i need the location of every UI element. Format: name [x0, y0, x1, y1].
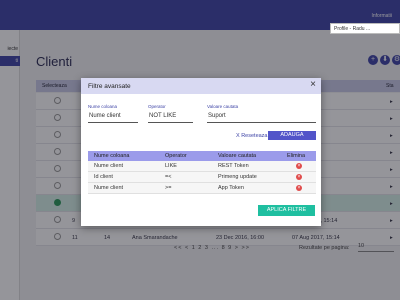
- filter-operator: =<: [165, 174, 172, 180]
- filter-operator: LIKE: [165, 163, 177, 169]
- field-label-operator: Operator: [148, 104, 166, 109]
- filter-value: REST Token: [218, 163, 249, 169]
- operator-field[interactable]: NOT LIKE: [148, 113, 193, 123]
- filter-value: Primeng update: [218, 174, 257, 180]
- filters-table: Nume coloana Operator Valoare cautata El…: [88, 151, 316, 194]
- filter-column: Id client: [94, 174, 113, 180]
- dialog-title: Filtre avansate: [88, 83, 131, 90]
- profile-popover[interactable]: Profile - Radu ...: [330, 23, 400, 34]
- field-label-column: Nume coloana: [88, 104, 118, 109]
- filter-column: Nume client: [94, 163, 124, 169]
- fh-operator: Operator: [165, 153, 187, 159]
- search-value-field[interactable]: Suport: [207, 113, 316, 123]
- fh-column: Nume coloana: [94, 153, 130, 159]
- filter-row: Nume client LIKE REST Token ×: [88, 161, 316, 172]
- fh-value: Valoare cautata: [218, 153, 257, 159]
- apply-filters-button[interactable]: APLICA FILTRE: [258, 205, 315, 216]
- filter-operator: >=: [165, 185, 172, 191]
- filter-row: Id client =< Primeng update ×: [88, 172, 316, 183]
- remove-icon[interactable]: ×: [296, 174, 302, 180]
- column-name-field[interactable]: Nume client: [88, 113, 138, 123]
- field-label-value: Valoare cautata: [207, 104, 239, 109]
- filters-table-header: Nume coloana Operator Valoare cautata El…: [88, 151, 316, 161]
- remove-icon[interactable]: ×: [296, 163, 302, 169]
- filter-value: App Token: [218, 185, 244, 191]
- advanced-filters-dialog: Filtre avansate × Nume coloana Nume clie…: [81, 78, 321, 226]
- filter-column: Nume client: [94, 185, 124, 191]
- close-icon[interactable]: ×: [310, 80, 316, 90]
- filter-row: Nume client >= App Token ×: [88, 183, 316, 194]
- remove-icon[interactable]: ×: [296, 185, 302, 191]
- dialog-header: Filtre avansate ×: [81, 78, 321, 94]
- reset-button[interactable]: X Reseteaza: [236, 133, 268, 139]
- fh-remove: Elimina: [287, 153, 306, 159]
- add-button[interactable]: ADAUGA: [268, 131, 316, 140]
